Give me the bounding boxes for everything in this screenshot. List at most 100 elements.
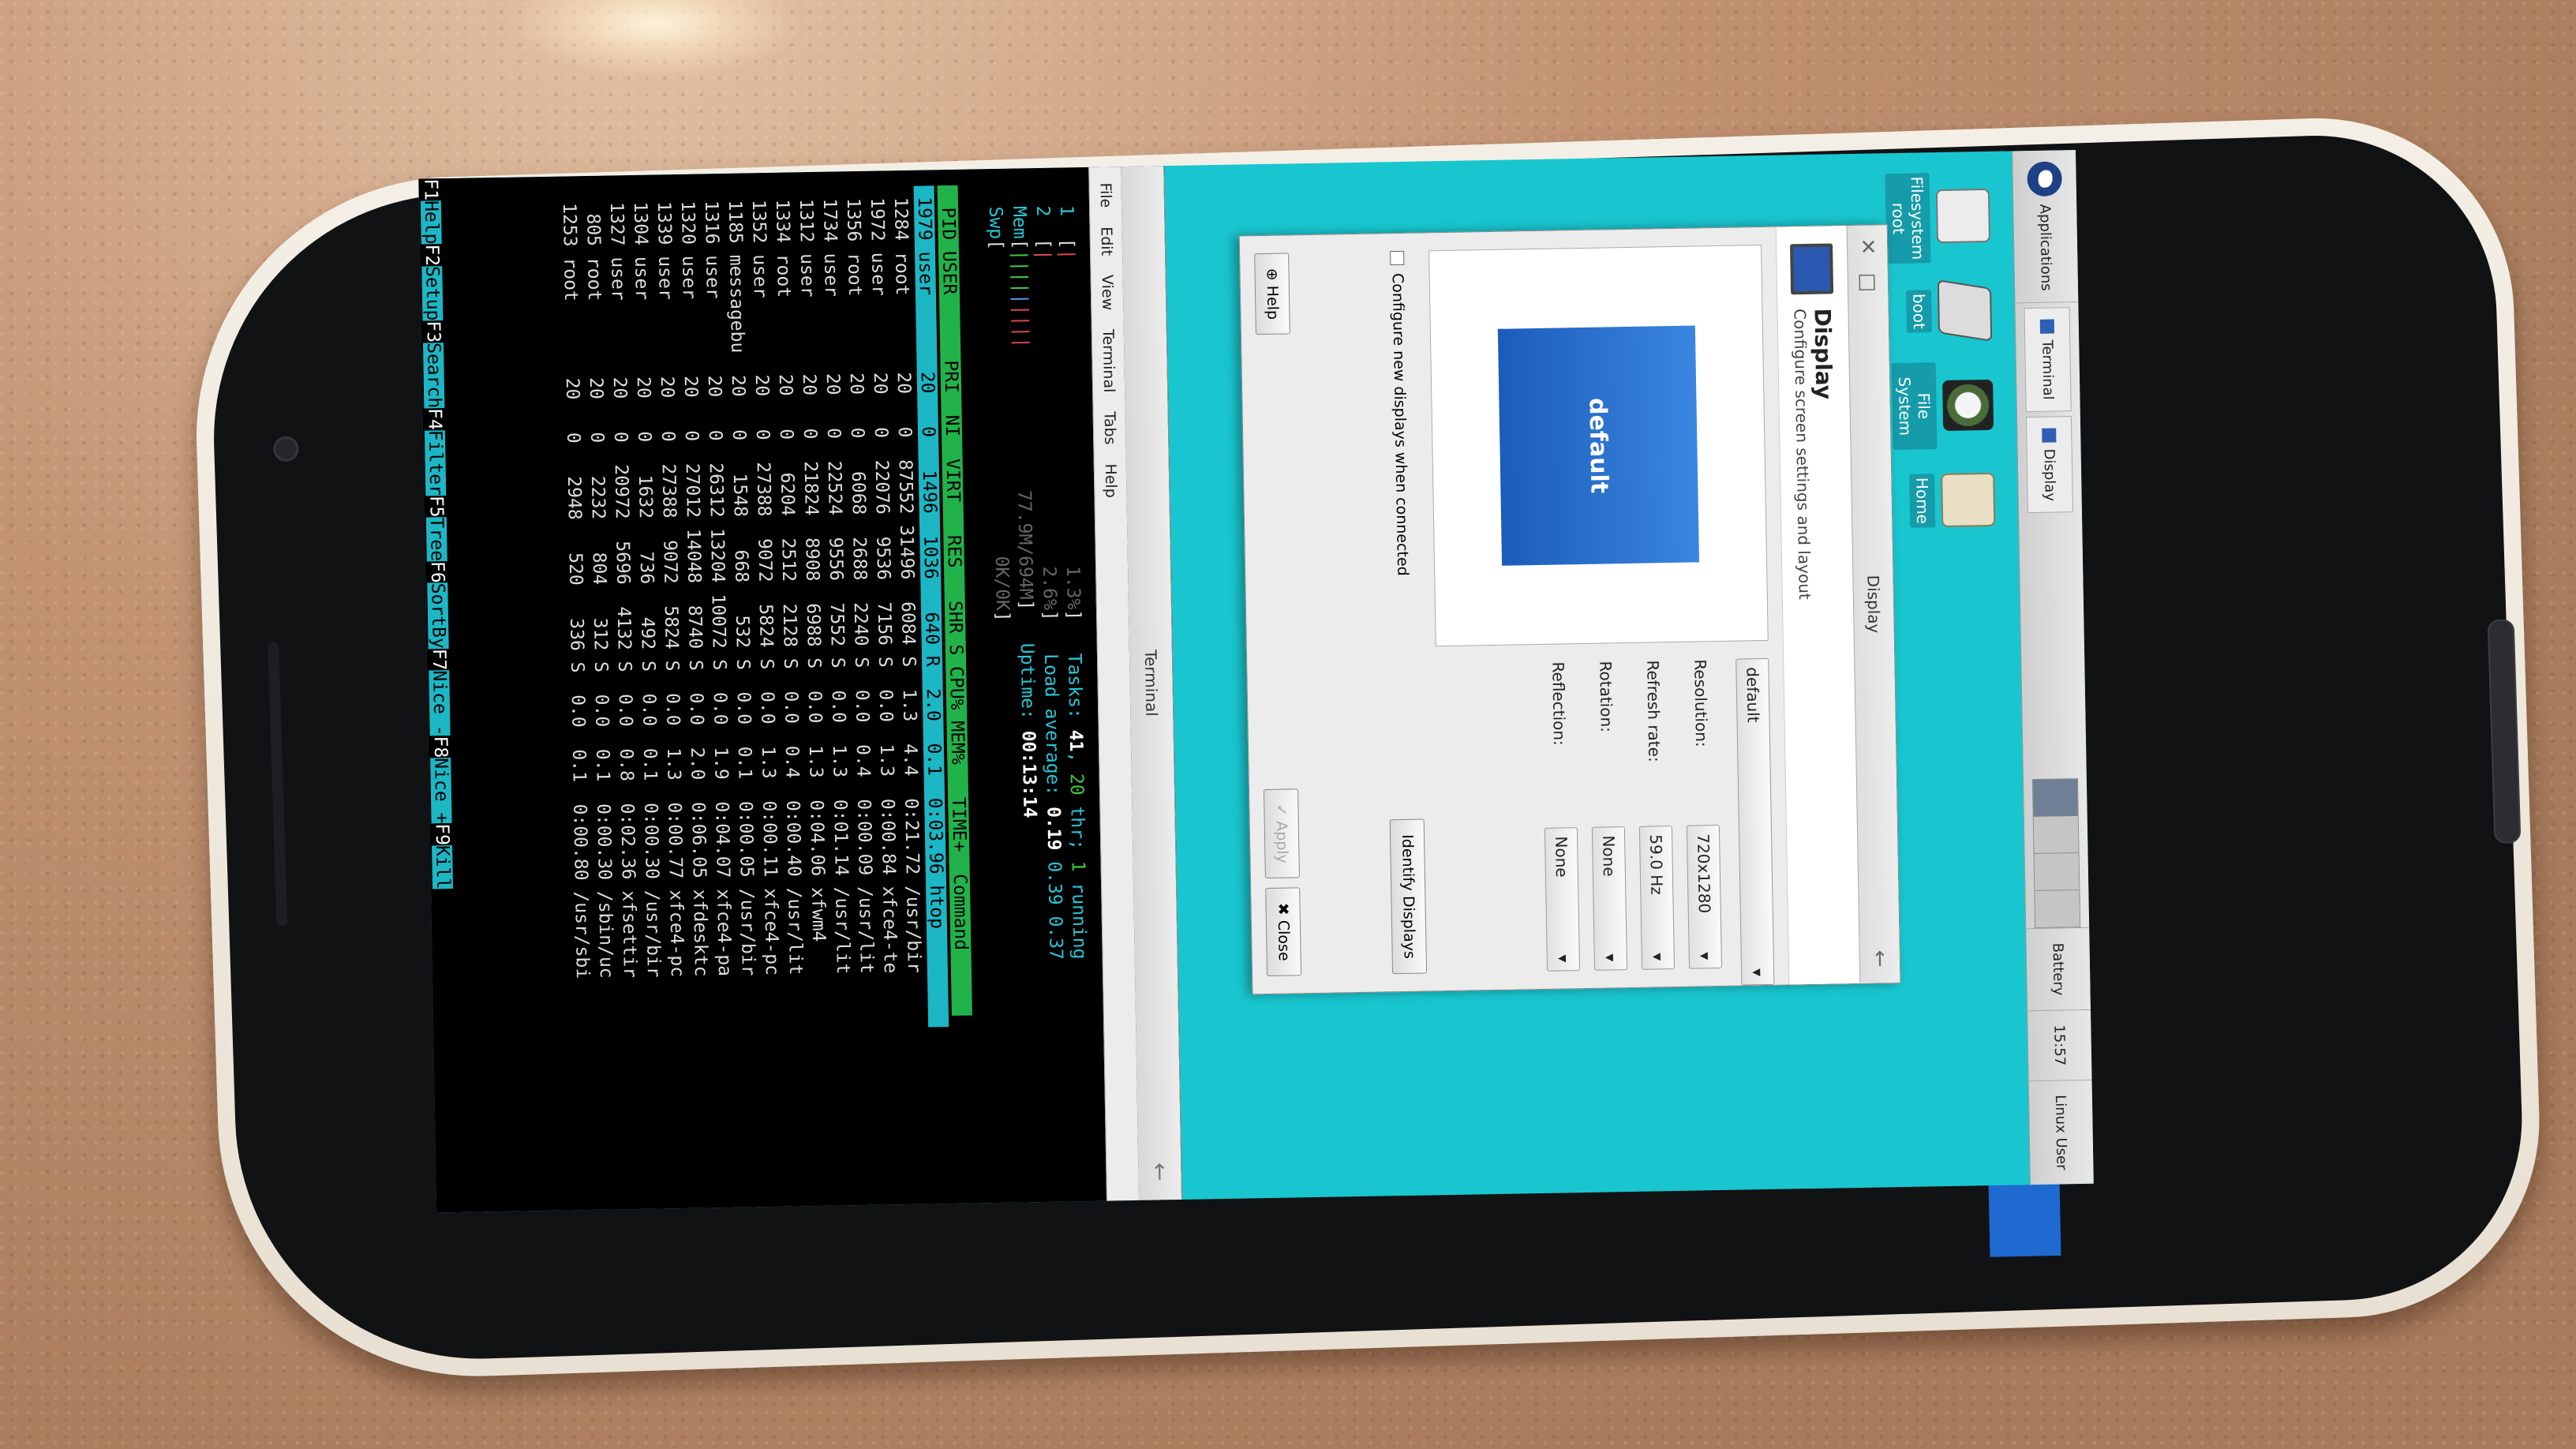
desktop-icon-label: boot <box>1906 290 1932 333</box>
help-button-label: Help <box>1263 285 1282 320</box>
chevron-down-icon: ▾ <box>1748 968 1768 977</box>
back-arrow-icon[interactable]: ← <box>1138 1163 1181 1181</box>
function-key-f8[interactable]: F8Nice + <box>429 736 452 824</box>
workspace-4[interactable] <box>2035 890 2080 928</box>
ceiling-light-reflection <box>505 0 805 79</box>
function-key-code: F3 <box>422 320 444 343</box>
load-15: 0.37 <box>1044 915 1066 960</box>
function-key-f2[interactable]: F2Setup <box>421 244 444 321</box>
desktop-icon-file-system[interactable]: File System <box>1891 361 1994 451</box>
function-key-code: F8 <box>429 736 451 758</box>
taskbar-item-display[interactable]: Display <box>2025 416 2074 514</box>
menu-help[interactable]: Help <box>1095 463 1127 498</box>
chevron-down-icon: ▾ <box>1695 952 1715 960</box>
function-key-f6[interactable]: F6SortBy <box>426 560 449 650</box>
earpiece-speaker <box>268 642 288 927</box>
dialog-heading: Display <box>1809 308 1837 400</box>
apply-button-label: Apply <box>1272 821 1291 864</box>
rotation-select[interactable]: None ▾ <box>1591 826 1628 971</box>
reflection-value: None <box>1552 836 1571 878</box>
resolution-select[interactable]: 720x1280 ▾ <box>1686 825 1723 969</box>
disk-icon <box>1942 379 1994 431</box>
mem-meter: 77.9M/694M <box>1013 489 1036 600</box>
home-button[interactable] <box>2487 619 2522 844</box>
help-button[interactable]: ⊕ Help <box>1254 253 1290 335</box>
function-key-label: Tree <box>425 517 447 562</box>
close-button[interactable]: ✖ Close <box>1265 887 1302 977</box>
back-arrow-icon[interactable]: ← <box>1860 949 1900 968</box>
load-1: 0.19 <box>1043 806 1065 851</box>
function-key-f5[interactable]: F5Tree <box>425 495 447 562</box>
chevron-down-icon: ▾ <box>1553 954 1573 963</box>
function-key-f4[interactable]: F4Filter <box>424 407 447 496</box>
function-key-label: Nice - <box>429 670 451 736</box>
htop-output[interactable]: 1 [| 1.3%] Tasks: 41, 20 thr; 1 running … <box>545 167 1106 1211</box>
configure-new-displays-checkbox[interactable] <box>1390 250 1405 266</box>
refresh-rate-select[interactable]: 59.0 Hz ▾ <box>1638 826 1676 970</box>
function-key-label: Search <box>422 342 445 409</box>
menu-edit[interactable]: Edit <box>1091 227 1123 256</box>
applications-label: Applications <box>2036 204 2055 291</box>
function-key-label: Help <box>420 200 442 245</box>
desktop-icon-filesystem-root[interactable]: Filesystem root <box>1885 172 1991 264</box>
threads-count: 20 <box>1065 773 1088 796</box>
cpu1-meter: 1.3% <box>1062 565 1084 610</box>
resolution-label: Resolution: <box>1690 659 1712 747</box>
drive-icon <box>1937 279 1993 342</box>
resolution-value: 720x1280 <box>1694 833 1714 914</box>
menu-file[interactable]: File <box>1090 182 1122 208</box>
task-label: Display <box>2041 448 2059 502</box>
menu-tabs[interactable]: Tabs <box>1094 411 1126 445</box>
desktop-icon-boot[interactable]: boot <box>1906 267 1993 355</box>
refresh-rate-value: 59.0 Hz <box>1646 834 1667 896</box>
monitor-icon <box>1790 243 1834 295</box>
cpu2-meter: 2.6% <box>1039 566 1060 611</box>
desktop-icon-label: Home <box>1909 474 1936 528</box>
workspace-1[interactable] <box>2032 779 2078 818</box>
rotation-label: Rotation: <box>1596 661 1616 733</box>
apply-button[interactable]: ✓ Apply <box>1263 788 1300 879</box>
folder-icon <box>1941 472 1996 528</box>
function-key-f1[interactable]: F1Help <box>420 178 442 245</box>
terminal-window: Terminal ← File Edit View Terminal Tabs … <box>418 166 1183 1213</box>
function-key-label: Kill <box>432 844 454 889</box>
reflection-select[interactable]: None ▾ <box>1544 827 1581 972</box>
maximize-icon[interactable]: □ <box>1848 272 1888 292</box>
display-settings-panel: default ▾ Resolution: 720x1280 ▾ Refresh… <box>1436 657 1775 986</box>
function-key-f3[interactable]: F3Search <box>422 320 445 409</box>
desktop-icon-home[interactable]: Home <box>1909 456 1996 545</box>
applications-menu-button[interactable]: Applications <box>2012 150 2079 304</box>
load-5: 0.39 <box>1043 861 1065 905</box>
taskbar-item-terminal[interactable]: Terminal <box>2024 307 2072 413</box>
tasks-count: 41 <box>1065 729 1087 752</box>
output-select[interactable]: default ▾ <box>1735 657 1775 986</box>
display-preview-default[interactable]: default <box>1497 325 1700 566</box>
chevron-down-icon: ▾ <box>1648 953 1668 961</box>
identify-displays-button[interactable]: Identify Displays <box>1389 818 1428 975</box>
display-settings-dialog: ✕ □ Display ← Display Configure screen s… <box>1238 224 1901 995</box>
task-label: Terminal <box>2039 339 2057 400</box>
function-key-code: F1 <box>420 178 441 201</box>
close-icon[interactable]: ✕ <box>1848 238 1887 256</box>
output-select-value: default <box>1743 667 1763 723</box>
display-icon <box>2042 428 2057 443</box>
dialog-title: Display <box>1863 575 1884 634</box>
refresh-rate-label: Refresh rate: <box>1643 660 1664 762</box>
function-key-f7[interactable]: F7Nice - <box>428 648 451 736</box>
function-key-code: F5 <box>425 495 447 518</box>
workspace-switcher[interactable] <box>2031 778 2081 929</box>
clock[interactable]: 15:57 <box>2027 1009 2092 1080</box>
menu-terminal[interactable]: Terminal <box>1092 329 1125 393</box>
battery-indicator[interactable]: Battery <box>2026 927 2091 1011</box>
menu-view[interactable]: View <box>1091 275 1124 311</box>
workspace-2[interactable] <box>2033 816 2079 855</box>
function-key-f9[interactable]: F9Kill <box>431 823 454 889</box>
user-menu[interactable]: Linux User <box>2028 1079 2094 1185</box>
function-key-label: Nice + <box>430 758 452 824</box>
display-layout-preview[interactable]: default <box>1428 244 1769 647</box>
workspace-3[interactable] <box>2034 853 2080 892</box>
chevron-down-icon: ▾ <box>1601 953 1620 962</box>
help-icon: ⊕ <box>1263 268 1281 286</box>
desktop-icon-label: File System <box>1891 362 1938 451</box>
close-button-label: Close <box>1274 919 1293 961</box>
